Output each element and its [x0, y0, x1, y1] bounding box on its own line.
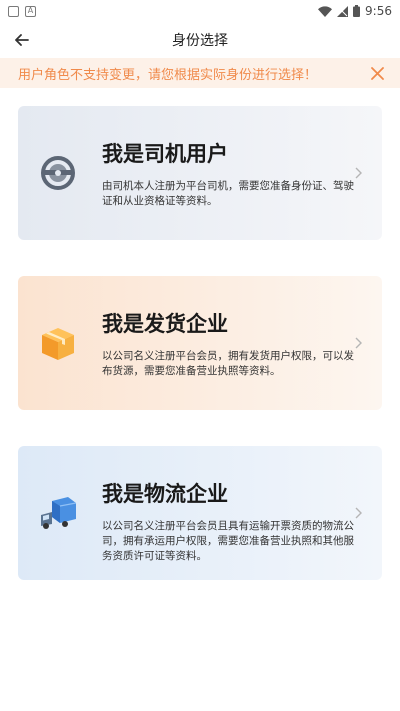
chevron-right-icon [355, 507, 362, 519]
page-title: 身份选择 [172, 33, 228, 49]
role-card-driver[interactable]: 我是司机用户 由司机本人注册为平台司机，需要您准备身份证、驾驶证和从业资格证等资… [18, 106, 382, 240]
status-right-icons: 9:56 [318, 4, 392, 18]
card-description: 以公司名义注册平台会员，拥有发货用户权限，可以发布货源，需要您准备营业执照等资料… [102, 350, 354, 377]
arrow-left-icon [15, 34, 29, 46]
chevron-right-icon [355, 337, 362, 349]
card-description: 以公司名义注册平台会员且具有运输开票资质的物流公司，拥有承运用户权限，需要您准备… [102, 520, 354, 562]
notification-square-icon [8, 5, 19, 17]
steering-wheel-icon [41, 156, 75, 190]
card-title: 我是物流企业 [102, 482, 228, 506]
role-card-logistics[interactable]: 我是物流企业 以公司名义注册平台会员且具有运输开票资质的物流公司，拥有承运用户权… [18, 446, 382, 580]
close-icon [370, 66, 384, 80]
battery-icon [353, 5, 361, 17]
status-left-icons: A [8, 5, 36, 17]
truck-icon [41, 497, 77, 529]
notification-a-icon: A [25, 5, 36, 17]
status-bar: A 9:56 [0, 0, 400, 22]
card-title: 我是发货企业 [102, 312, 228, 336]
navbar: 身份选择 [0, 22, 400, 58]
card-title: 我是司机用户 [102, 142, 228, 166]
chevron-right-icon [355, 167, 362, 179]
notice-text: 用户角色不支持变更，请您根据实际身份进行选择！ [18, 67, 318, 83]
card-description: 由司机本人注册为平台司机，需要您准备身份证、驾驶证和从业资格证等资料。 [102, 180, 354, 207]
cargo-box-icon [42, 328, 74, 360]
signal-icon [337, 5, 349, 17]
clock-time: 9:56 [365, 4, 392, 18]
notice-close-button[interactable] [368, 64, 386, 82]
notice-banner: 用户角色不支持变更，请您根据实际身份进行选择！ [0, 58, 400, 88]
role-card-shipper[interactable]: 我是发货企业 以公司名义注册平台会员，拥有发货用户权限，可以发布货源，需要您准备… [18, 276, 382, 410]
back-button[interactable] [10, 28, 34, 52]
wifi-icon [318, 5, 333, 17]
